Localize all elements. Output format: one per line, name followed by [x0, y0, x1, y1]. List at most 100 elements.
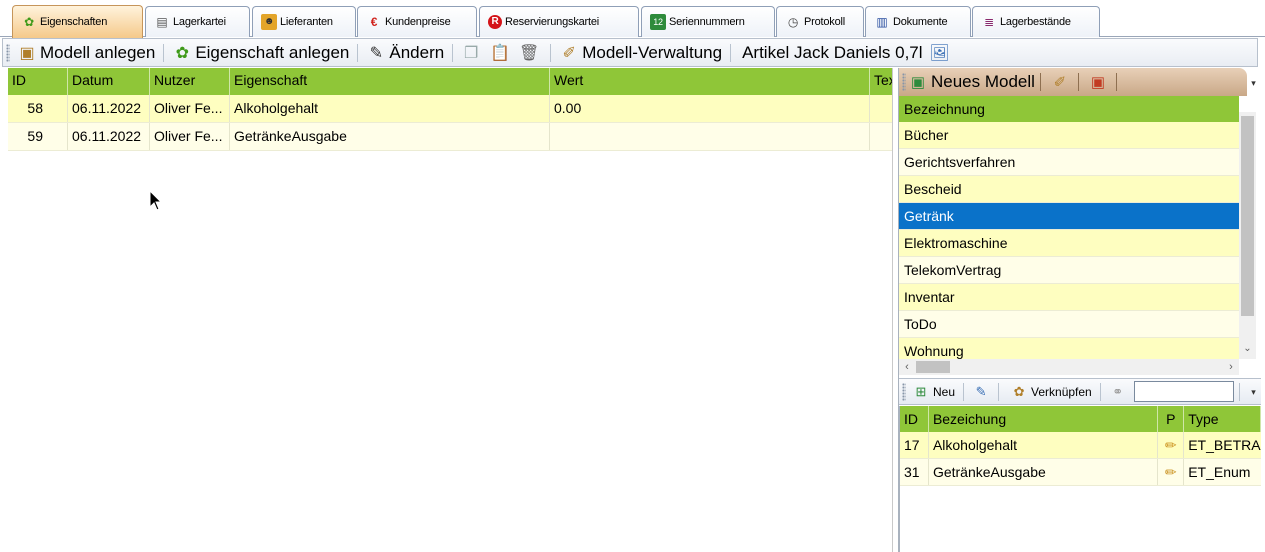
toolbar-overflow-icon[interactable]: ▾	[1248, 381, 1259, 403]
list-item[interactable]: Elektromaschine	[899, 230, 1239, 257]
toolbar-separator	[357, 43, 359, 62]
scroll-left-icon[interactable]: ‹	[900, 359, 914, 375]
edit-model-icon[interactable]: ✐	[1050, 72, 1070, 92]
cell-type: ET_BETRAG	[1188, 437, 1261, 453]
column-header-p[interactable]: P	[1158, 406, 1185, 432]
tab-seriennummern[interactable]: 12 Seriennummern	[641, 6, 775, 37]
list-item[interactable]: Bücher	[899, 122, 1239, 149]
column-header-eigenschaft[interactable]: Eigenschaft	[230, 68, 550, 95]
pencil-icon[interactable]: ✏	[1158, 432, 1185, 458]
stack-icon: ≣	[984, 15, 994, 29]
tab-label: Protokoll	[804, 16, 845, 28]
tab-dokumente[interactable]: ▥ Dokumente	[865, 6, 971, 37]
modell-list-horizontal-scrollbar[interactable]: ‹ ›	[899, 359, 1239, 375]
table-row[interactable]: 31 GetränkeAusgabe ✏ ET_Enum	[900, 459, 1261, 486]
scroll-down-icon[interactable]: ⌄	[1239, 343, 1256, 357]
new-model-icon: ▣	[910, 74, 926, 91]
tab-strip: ✿ Eigenschaften ▤ Lagerkartei ☻ Lieferan…	[0, 0, 1265, 38]
toolbar-separator	[1115, 73, 1117, 91]
delete-model-icon[interactable]: ▣	[1088, 72, 1108, 92]
clock-icon: ◷	[787, 15, 799, 29]
eigenschaft-anlegen-label: Eigenschaft anlegen	[195, 42, 350, 62]
column-header-nutzer[interactable]: Nutzer	[150, 68, 230, 95]
table-row[interactable]: 17 Alkoholgehalt ✏ ET_BETRAG	[900, 432, 1261, 459]
tab-label: Lagerkartei	[173, 16, 226, 28]
column-header-type[interactable]: Type	[1184, 406, 1261, 432]
tab-kundenpreise[interactable]: € Kundenpreise	[357, 6, 477, 37]
neu-button[interactable]: ⊞ Neu	[906, 381, 958, 403]
column-header-id[interactable]: ID	[900, 406, 929, 432]
modell-list: Bezeichnung Bücher Gerichtsverfahren Bes…	[899, 96, 1239, 359]
euro-icon: €	[370, 15, 378, 29]
list-item[interactable]: ToDo	[899, 311, 1239, 338]
cell-bezeichnung: Alkoholgehalt	[929, 432, 1159, 458]
cell-nutzer: Oliver Fe...	[150, 123, 230, 150]
eigenschaften-grid: ID Datum Nutzer Eigenschaft Wert Tex 58 …	[8, 68, 893, 552]
edit-model-icon: ✐	[562, 44, 576, 62]
right-panel: ▣ Neues Modell ✐ ▣ ▾ Bezeichnung Bücher …	[898, 68, 1261, 552]
new-model-icon: ▣	[19, 44, 35, 62]
copy-button[interactable]: ❐	[458, 41, 487, 65]
column-header-datum[interactable]: Datum	[68, 68, 150, 95]
scrollbar-thumb[interactable]	[1241, 116, 1254, 316]
neues-modell-button[interactable]: Neues Modell	[931, 72, 1035, 92]
table-row[interactable]: 59 06.11.2022 Oliver Fe... GetränkeAusga…	[8, 123, 892, 151]
cell-wert	[550, 123, 870, 150]
property-search-input[interactable]	[1133, 381, 1234, 402]
column-header-id[interactable]: ID	[8, 68, 68, 95]
tab-eigenschaften[interactable]: ✿ Eigenschaften	[12, 5, 143, 38]
list-item[interactable]: Gerichtsverfahren	[899, 149, 1239, 176]
modell-anlegen-button[interactable]: ▣ Modell anlegen	[14, 41, 158, 65]
cell-wert: 0.00	[550, 95, 870, 122]
cell-id: 31	[900, 459, 929, 485]
eigenschaft-anlegen-button[interactable]: ✿ Eigenschaft anlegen	[169, 41, 352, 65]
column-header-text[interactable]: Tex	[870, 68, 892, 95]
toolbar-grip[interactable]	[6, 43, 10, 62]
gear-green-icon: ✿	[24, 15, 34, 29]
tab-lagerkartei[interactable]: ▤ Lagerkartei	[145, 6, 250, 37]
cell-id: 17	[900, 432, 929, 458]
table-row[interactable]: 58 06.11.2022 Oliver Fe... Alkoholgehalt…	[8, 95, 892, 123]
tab-label: Dokumente	[893, 16, 948, 28]
person-card-icon: ☻	[261, 14, 277, 30]
neu-label: Neu	[933, 384, 956, 399]
edit-document-icon[interactable]: ✎	[972, 383, 990, 401]
tab-lieferanten[interactable]: ☻ Lieferanten	[252, 6, 356, 37]
property-list: ID Bezeichung P Type 17 Alkoholgehalt ✏ …	[899, 406, 1261, 552]
cell-type: ET_Enum	[1188, 464, 1251, 480]
unlink-icon[interactable]: ⚭	[1109, 383, 1127, 401]
toolbar-overflow-icon[interactable]: ▾	[1248, 72, 1259, 94]
pencil-icon: ✎	[369, 44, 384, 62]
scrollbar-thumb[interactable]	[916, 361, 950, 373]
list-item[interactable]: Bescheid	[899, 176, 1239, 203]
tab-label: Seriennummern	[669, 16, 745, 28]
tab-reservierungskartei[interactable]: R Reservierungskartei	[479, 6, 639, 37]
toolbar-grip[interactable]	[902, 73, 906, 91]
paste-button[interactable]: 📋	[487, 41, 516, 65]
tab-label: Reservierungskartei	[505, 16, 600, 28]
cell-id: 58	[8, 95, 68, 122]
modell-verwaltung-button[interactable]: ✐ Modell-Verwaltung	[556, 41, 725, 65]
list-item-selected[interactable]: Getränk	[899, 203, 1239, 230]
modell-list-vertical-scrollbar[interactable]: ⌄	[1239, 112, 1256, 359]
modell-list-header[interactable]: Bezeichnung	[899, 96, 1239, 122]
list-item[interactable]: TelekomVertrag	[899, 257, 1239, 284]
modell-toolbar: ▣ Neues Modell ✐ ▣	[899, 68, 1247, 96]
delete-button[interactable]: 🗑	[516, 41, 545, 65]
binders-icon: ▥	[876, 15, 888, 29]
column-header-bezeichnung[interactable]: Bezeichung	[929, 406, 1159, 432]
serial-icon: 12	[650, 14, 666, 30]
tab-label: Lieferanten	[280, 16, 333, 28]
column-header-wert[interactable]: Wert	[550, 68, 870, 95]
cell-eigenschaft: Alkoholgehalt	[230, 95, 550, 122]
aendern-label: Ändern	[389, 42, 445, 62]
scroll-right-icon[interactable]: ›	[1224, 359, 1238, 375]
verknuepfen-button[interactable]: ✿ Verknüpfen	[1004, 381, 1095, 403]
aendern-button[interactable]: ✎ Ändern	[363, 41, 447, 65]
tab-protokoll[interactable]: ◷ Protokoll	[776, 6, 864, 37]
pencil-icon[interactable]: ✏	[1158, 459, 1185, 485]
list-item[interactable]: Inventar	[899, 284, 1239, 311]
list-item[interactable]: Wohnung	[899, 338, 1239, 359]
tab-lagerbestaende[interactable]: ≣ Lagerbestände	[972, 6, 1100, 37]
image-button[interactable]: 🖼	[927, 41, 956, 65]
